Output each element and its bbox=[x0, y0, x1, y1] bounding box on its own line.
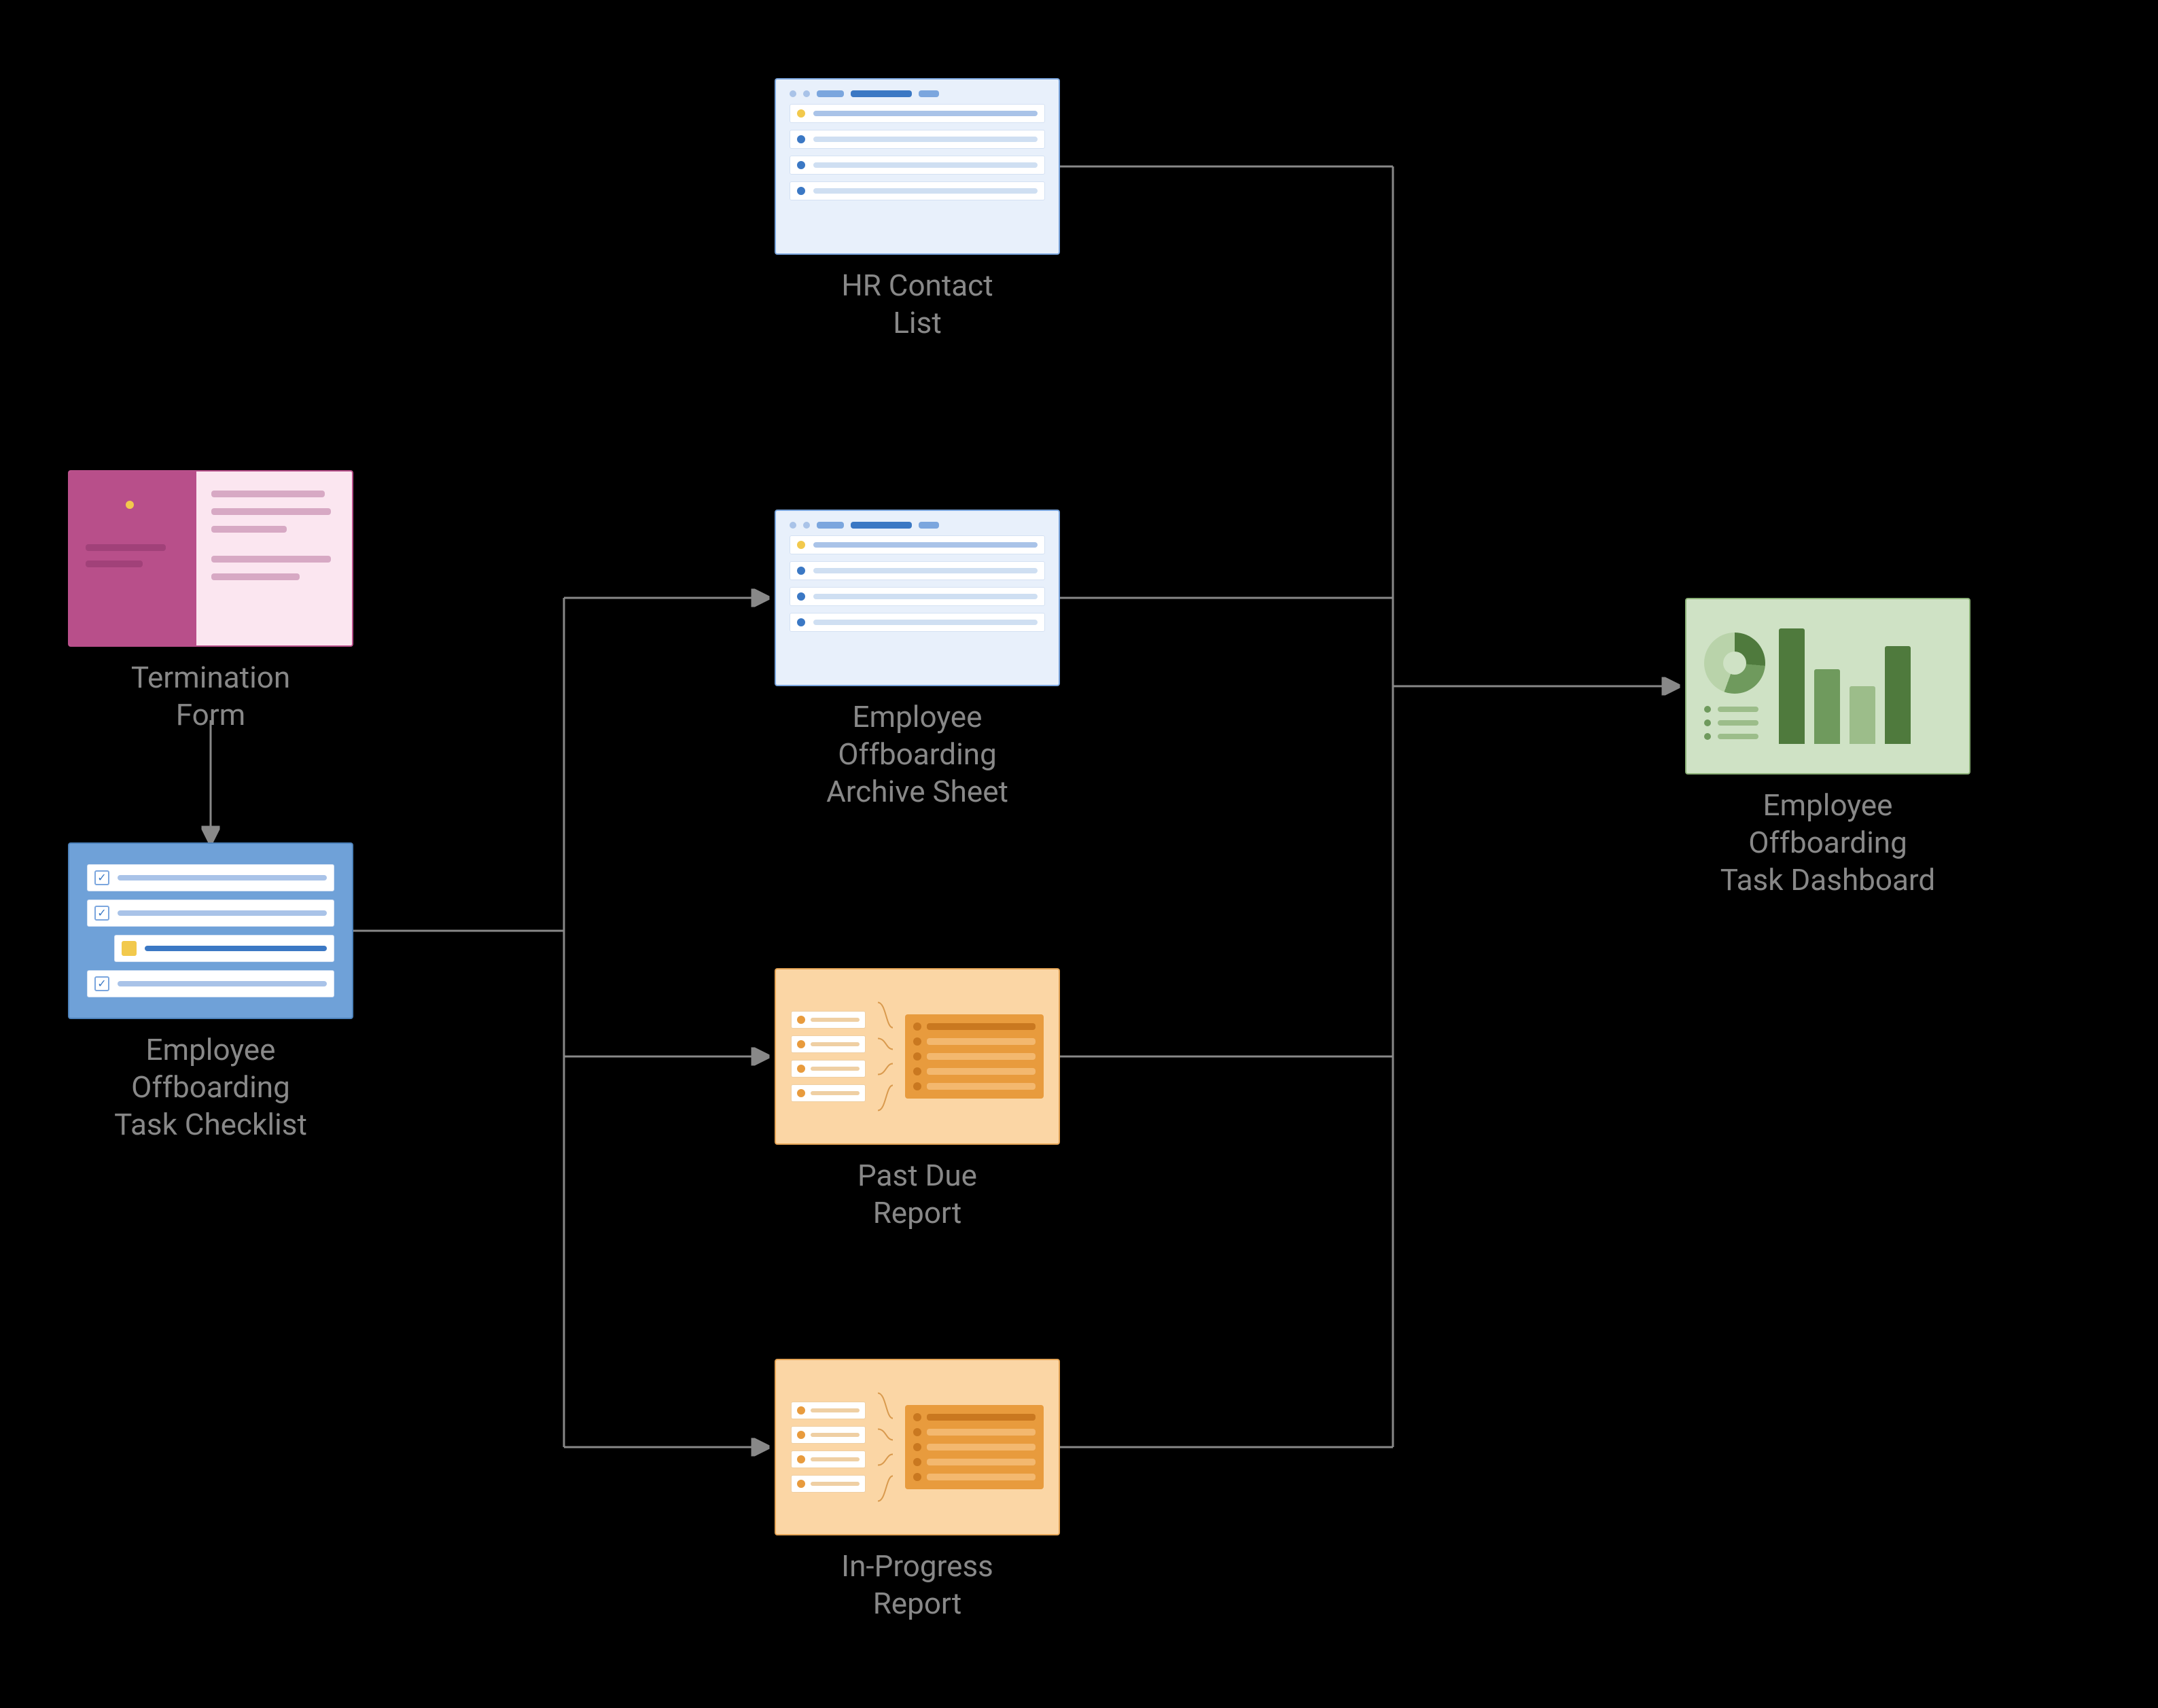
form-icon bbox=[68, 470, 353, 647]
node-label: In-Progress Report bbox=[841, 1548, 993, 1622]
node-termination-form: Termination Form bbox=[68, 470, 353, 734]
dashboard-icon bbox=[1685, 598, 1970, 775]
node-label: Past Due Report bbox=[857, 1157, 977, 1232]
node-label: Termination Form bbox=[131, 659, 290, 734]
node-label: Employee Offboarding Task Checklist bbox=[114, 1031, 307, 1143]
pie-chart-icon bbox=[1704, 633, 1765, 694]
report-icon bbox=[775, 1359, 1060, 1535]
node-checklist: ✓ ✓ ✓ Employee Offboarding Task Checklis… bbox=[68, 842, 353, 1143]
report-icon bbox=[775, 968, 1060, 1145]
diagram-canvas: Termination Form ✓ ✓ ✓ Employee Offboard… bbox=[0, 0, 2158, 1708]
checklist-icon: ✓ ✓ ✓ bbox=[68, 842, 353, 1019]
node-past-due-report: Past Due Report bbox=[775, 968, 1060, 1232]
node-label: Employee Offboarding Archive Sheet bbox=[826, 698, 1008, 811]
node-archive-sheet: Employee Offboarding Archive Sheet bbox=[775, 510, 1060, 811]
node-dashboard: Employee Offboarding Task Dashboard bbox=[1685, 598, 1970, 899]
sheet-icon bbox=[775, 78, 1060, 255]
node-in-progress-report: In-Progress Report bbox=[775, 1359, 1060, 1622]
node-label: Employee Offboarding Task Dashboard bbox=[1720, 787, 1936, 899]
node-label: HR Contact List bbox=[841, 267, 993, 342]
node-hr-contact-list: HR Contact List bbox=[775, 78, 1060, 342]
bar-chart-icon bbox=[1779, 628, 1951, 744]
sheet-icon bbox=[775, 510, 1060, 686]
